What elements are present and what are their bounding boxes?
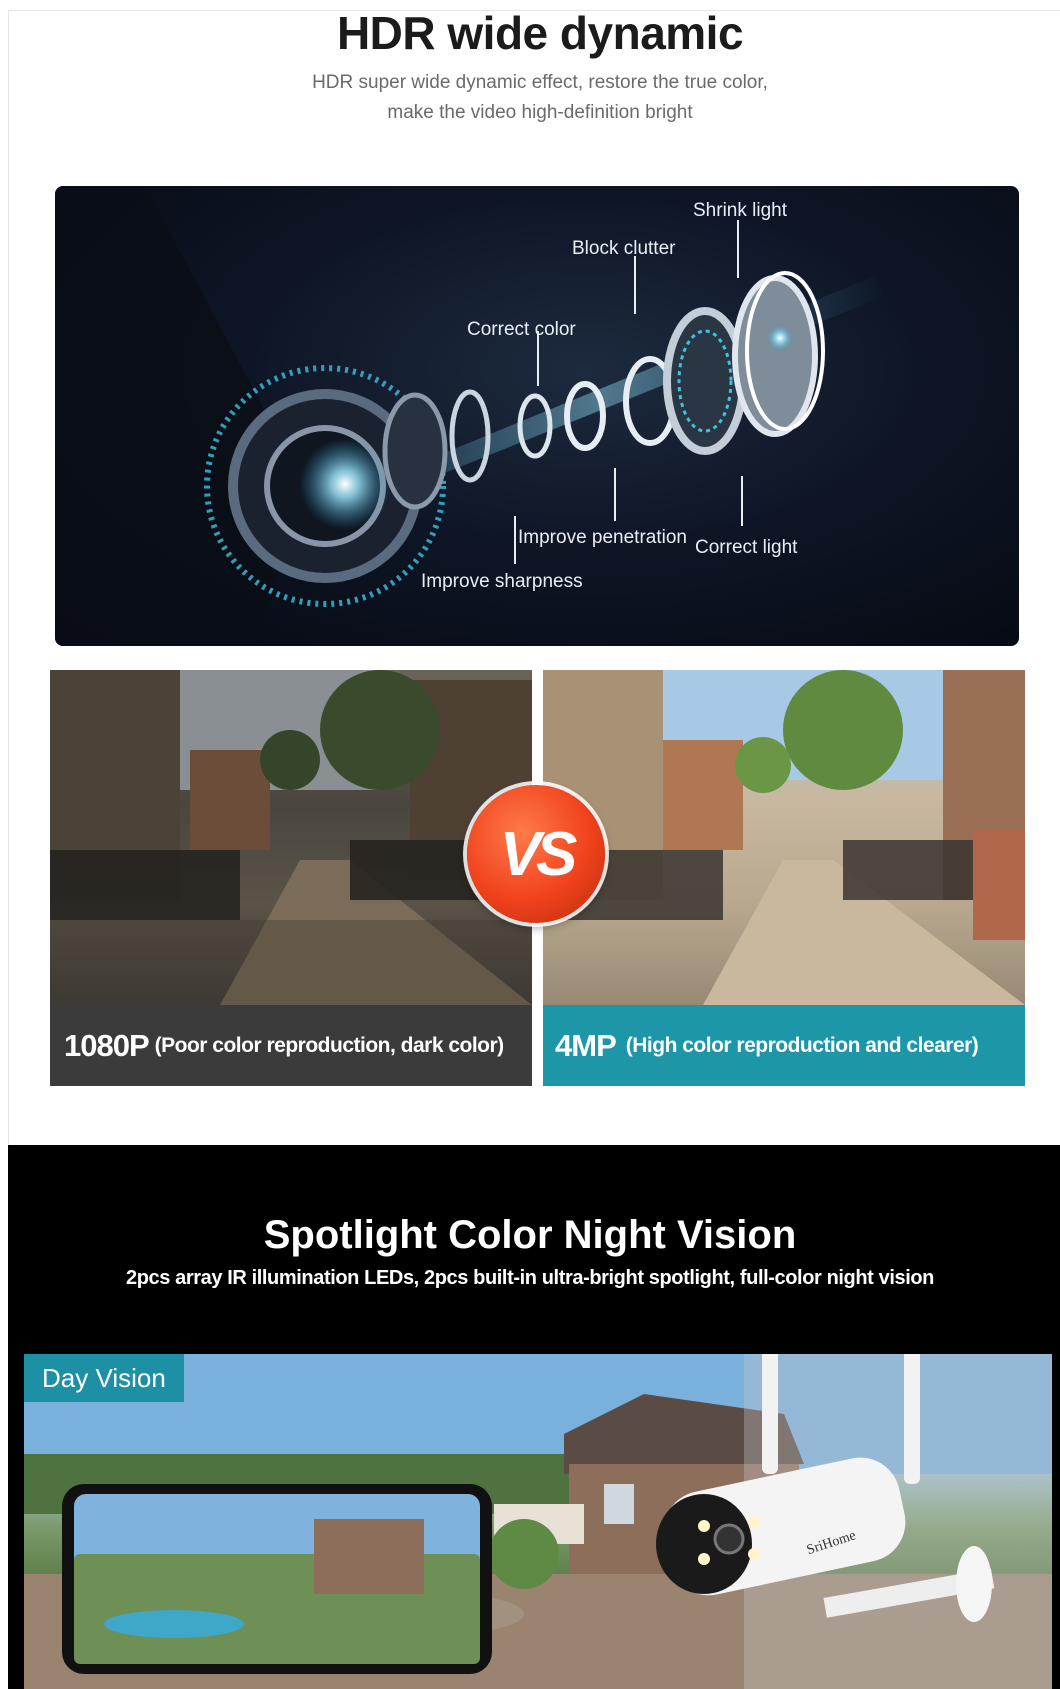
product-image-page: HDR wide dynamic HDR super wide dynamic … (0, 0, 1060, 1689)
vs-badge: VS (467, 785, 605, 923)
street-scene-bright (543, 670, 1025, 1005)
frame-border-left (8, 10, 9, 1145)
house-scene-graphic: SriHome (24, 1354, 1052, 1689)
comparison-image-1080p (50, 670, 532, 1005)
caption-4mp: 4MP (High color reproduction and clearer… (543, 1005, 1025, 1086)
night-vision-subtitle: 2pcs array IR illumination LEDs, 2pcs bu… (125, 1267, 934, 1289)
label-improve-penetration: Improve penetration (518, 527, 687, 548)
label-block-clutter: Block clutter (572, 238, 676, 259)
night-vision-title: Spotlight Color Night Vision (263, 1213, 797, 1257)
hdr-subtitle: HDR super wide dynamic effect, restore t… (0, 68, 1060, 128)
label-correct-light: Correct light (695, 537, 798, 558)
caption-1080p-resolution: 1080P (64, 1027, 150, 1063)
caption-4mp-description: (High color reproduction and clearer) (625, 1033, 979, 1057)
caption-4mp-resolution: 4MP (555, 1027, 617, 1063)
hdr-subtitle-line-2: make the video high-definition bright (387, 102, 693, 123)
caption-1080p: 1080P (Poor color reproduction, dark col… (50, 1005, 532, 1086)
street-scene-dark (50, 670, 532, 1005)
hdr-title: HDR wide dynamic (336, 7, 744, 59)
caption-1080p-description: (Poor color reproduction, dark color) (154, 1033, 505, 1057)
day-vision-label: Day Vision (24, 1354, 184, 1402)
label-shrink-light: Shrink light (693, 200, 787, 221)
comparison-image-4mp (543, 670, 1025, 1005)
label-correct-color: Correct color (467, 319, 576, 340)
day-vision-scene: SriHome (24, 1354, 1052, 1689)
hdr-subtitle-line-1: HDR super wide dynamic effect, restore t… (312, 72, 768, 93)
label-improve-sharpness: Improve sharpness (421, 571, 583, 592)
lens-exploded-illustration: Shrink light Block clutter Correct color… (55, 186, 1019, 646)
